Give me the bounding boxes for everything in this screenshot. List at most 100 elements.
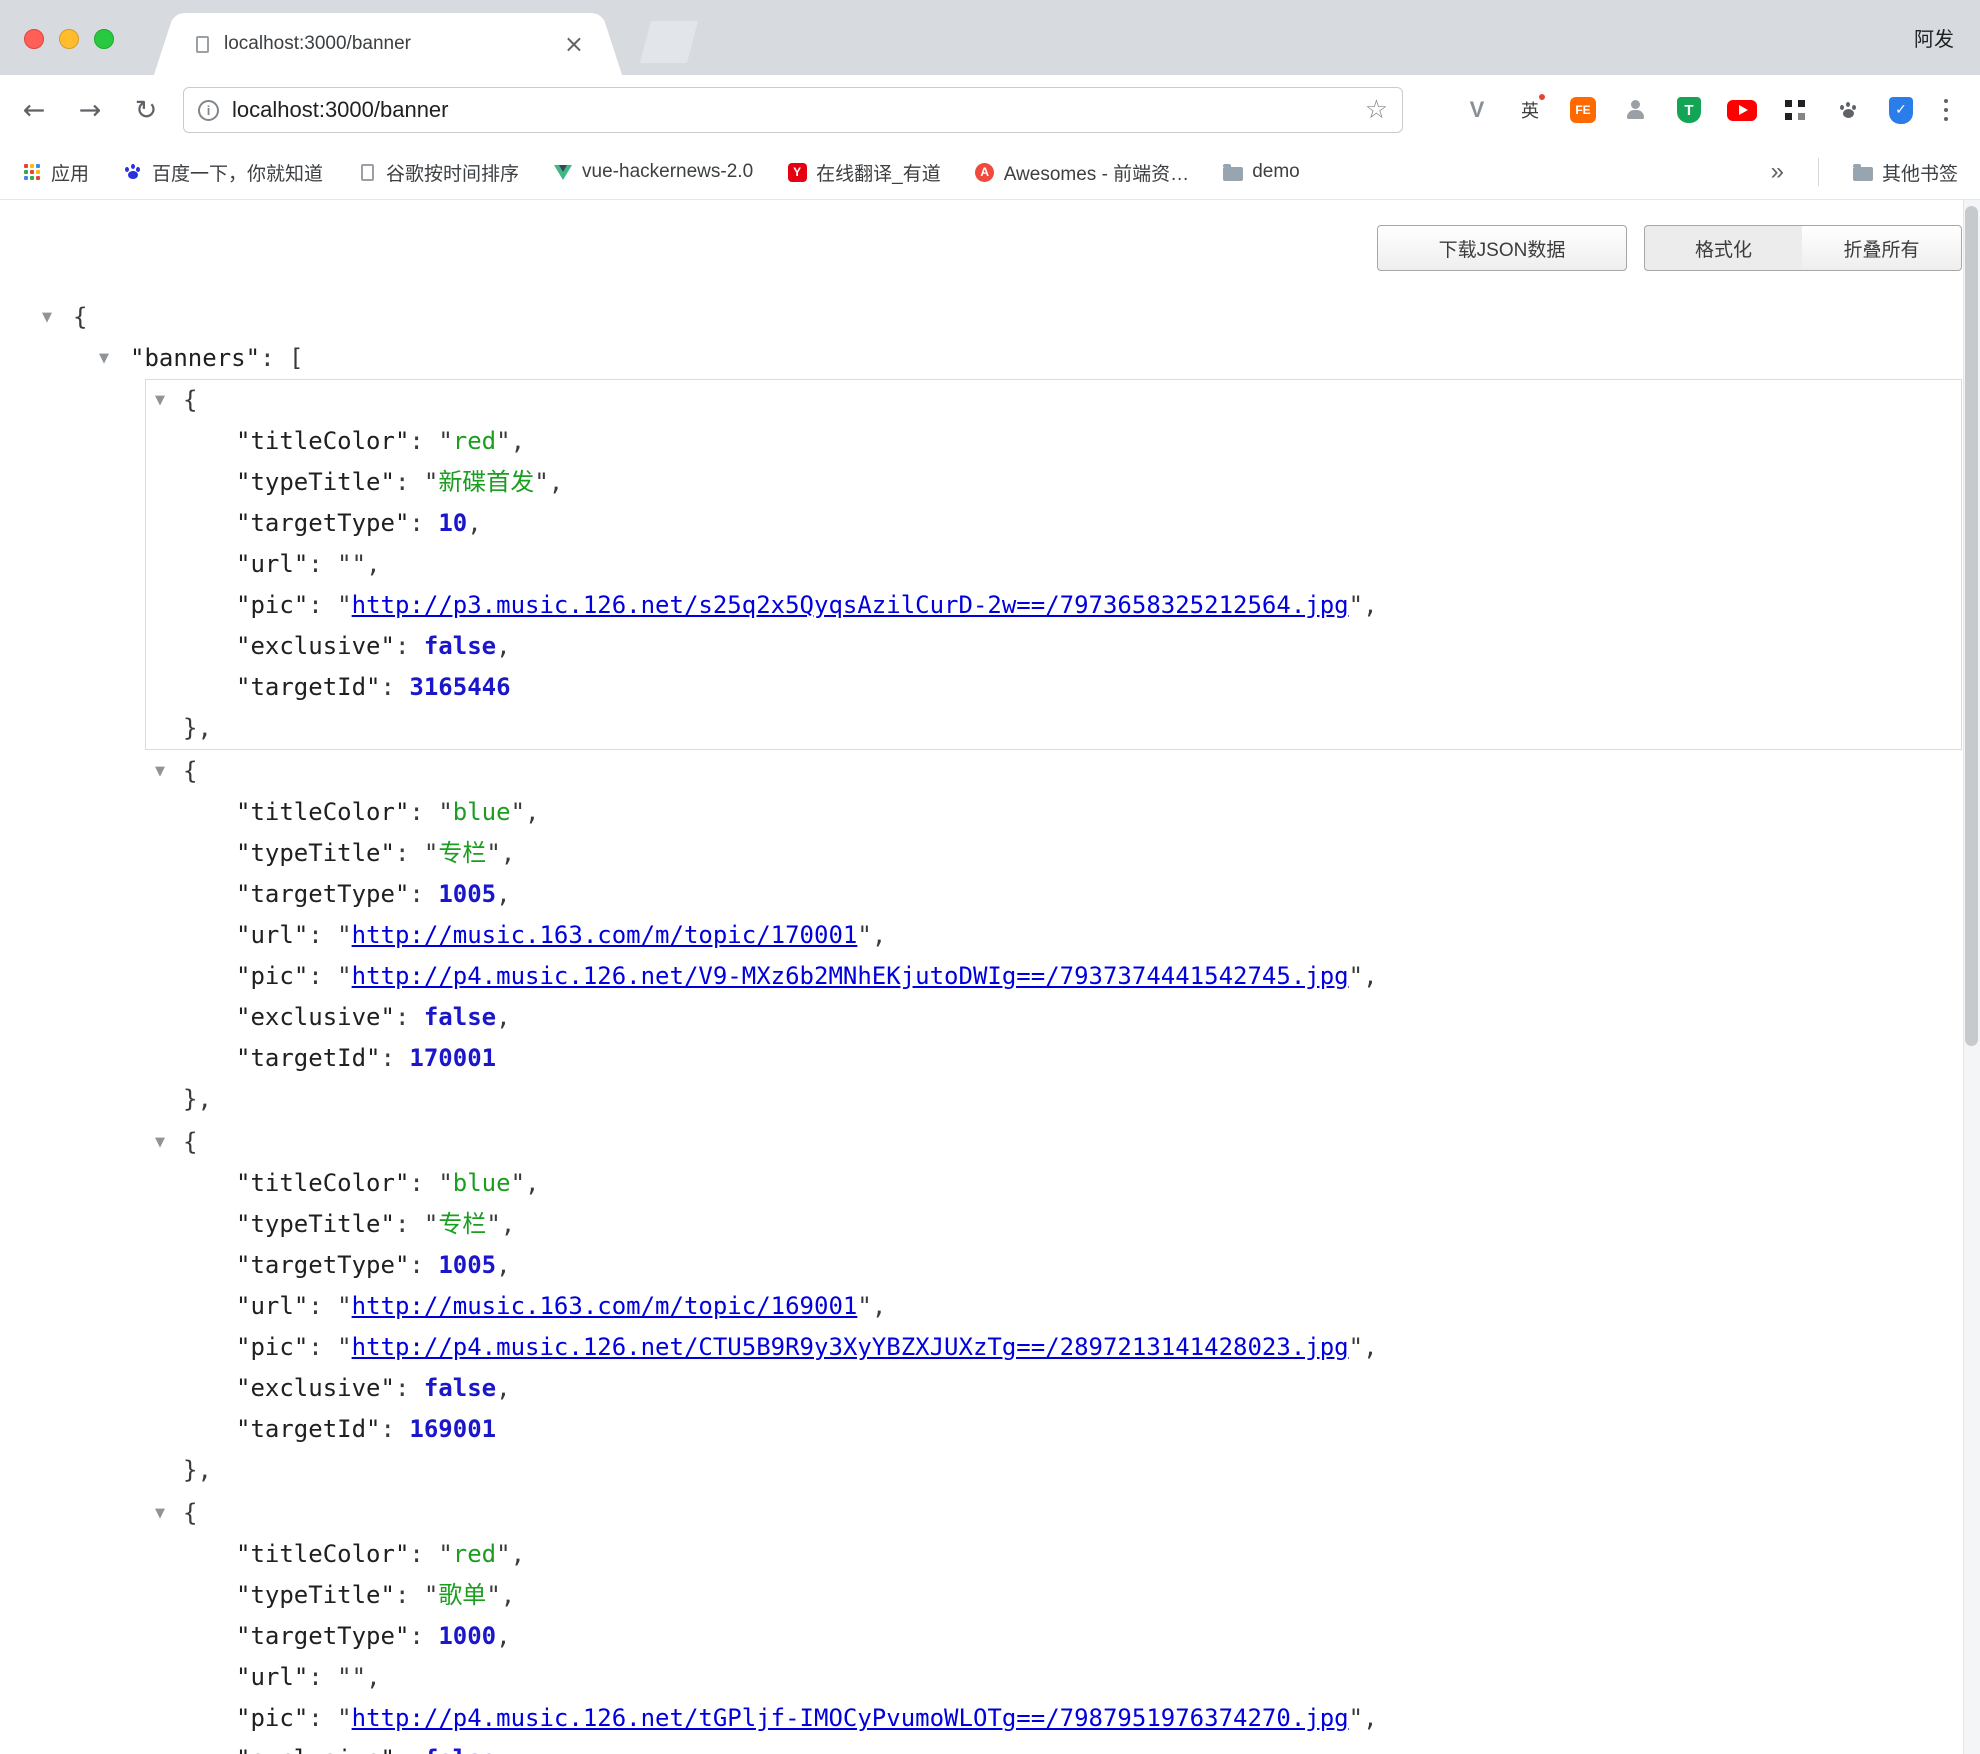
vue-logo-icon [553,162,573,182]
json-link-value: http://music.163.com/m/topic/169001 [337,1292,872,1320]
json-line: targetType: 1000, [146,1616,1961,1657]
json-colon: : [409,798,438,826]
forward-button[interactable]: → [70,90,110,130]
json-key: pic [236,962,308,990]
json-colon: : [395,1374,424,1402]
scrollbar-track[interactable] [1963,200,1980,1754]
json-link[interactable]: http://p4.music.126.net/tGPljf-IMOCyPvum… [352,1704,1349,1732]
green-shield-t-icon[interactable]: T [1674,95,1704,125]
other-bookmarks-label: 其他书签 [1882,159,1958,186]
bookmark-label: 谷歌按时间排序 [386,159,519,186]
collapse-triangle-icon[interactable]: ▼ [155,1493,165,1534]
json-comma: , [496,1622,510,1650]
apps-grid-icon [22,162,42,182]
back-button[interactable]: ← [14,90,54,130]
json-key: titleColor [236,1540,409,1568]
collapse-triangle-icon[interactable]: ▼ [155,380,165,421]
bookmark-item-vue-hackernews[interactable]: vue-hackernews-2.0 [553,161,753,183]
collapse-triangle-icon[interactable]: ▼ [42,297,52,338]
json-colon: : [409,509,438,537]
folder-icon [1223,162,1243,182]
json-bracket: [ [289,344,303,372]
collapse-triangle-icon[interactable]: ▼ [155,1122,165,1163]
profile-name[interactable]: 阿发 [1914,23,1954,52]
json-key: exclusive [236,1745,395,1754]
navigation-toolbar: ← → ↻ i localhost:3000/banner ☆ V 英 FE T… [0,75,1980,145]
json-boolean-value: false [424,632,496,660]
scrollbar-thumb[interactable] [1965,206,1978,1046]
bookmark-item-google-sort[interactable]: 谷歌按时间排序 [357,159,519,186]
reload-button[interactable]: ↻ [126,90,166,130]
json-number-value: 3165446 [409,673,510,701]
json-line: ▼banners: [ [0,338,1980,379]
minimize-window-button[interactable] [59,29,79,49]
bookmarks-overflow-chevron[interactable]: » [1771,158,1784,186]
json-line: targetType: 10, [146,503,1961,544]
json-comma: , [872,921,886,949]
collapse-all-button[interactable]: 折叠所有 [1802,225,1962,271]
json-line: targetType: 1005, [146,874,1961,915]
close-window-button[interactable] [24,29,44,49]
json-colon: : [308,550,337,578]
other-bookmarks-folder[interactable]: 其他书签 [1853,159,1958,186]
bookmark-item-apps[interactable]: 应用 [22,159,89,186]
json-line: typeTitle: 专栏, [146,833,1961,874]
json-colon: : [409,427,438,455]
json-key: typeTitle [236,468,395,496]
bookmark-star-icon[interactable]: ☆ [1365,95,1388,125]
json-link-value: http://p3.music.126.net/s25q2x5QyqsAzilC… [337,591,1363,619]
traffic-lights [24,29,114,49]
json-line: pic: http://p4.music.126.net/V9-MXz6b2MN… [146,956,1961,997]
paw-icon[interactable] [1833,95,1863,125]
download-json-button[interactable]: 下载JSON数据 [1377,225,1627,271]
json-line: titleColor: blue, [146,792,1961,833]
bookmark-label: demo [1252,161,1300,183]
json-object-block: ▼{ titleColor: blue, typeTitle: 专栏, targ… [145,1121,1962,1492]
json-line: url: http://music.163.com/m/topic/169001… [146,1286,1961,1327]
json-comma: , [366,1663,380,1691]
qrcode-icon[interactable] [1780,95,1810,125]
collapse-triangle-icon[interactable]: ▼ [155,751,165,792]
tab-close-icon[interactable]: × [564,32,584,56]
json-brace: { [183,386,197,414]
json-key: titleColor [236,798,409,826]
json-string-value: red [438,1540,510,1568]
page-info-icon[interactable]: i [198,100,219,121]
fe-extension-icon[interactable]: FE [1568,95,1598,125]
person-icon[interactable] [1621,95,1651,125]
json-key: targetType [236,509,409,537]
bookmark-item-youdao[interactable]: Y 在线翻译_有道 [787,159,941,186]
url-text[interactable]: localhost:3000/banner [232,97,449,123]
collapse-triangle-icon[interactable]: ▼ [99,338,109,379]
json-number-value: 1000 [438,1622,496,1650]
blue-shield-check-icon[interactable]: ✓ [1886,95,1916,125]
json-line: pic: http://p3.music.126.net/s25q2x5Qyqs… [146,585,1961,626]
zoom-window-button[interactable] [94,29,114,49]
menu-icon[interactable] [1928,92,1964,128]
bookmark-item-demo-folder[interactable]: demo [1223,161,1300,183]
json-key: targetType [236,1622,409,1650]
json-comma: , [511,427,525,455]
json-comma: , [496,1745,510,1754]
format-button[interactable]: 格式化 [1644,225,1803,271]
json-key: exclusive [236,1374,395,1402]
json-comma: , [872,1292,886,1320]
bookmark-item-awesomes[interactable]: A Awesomes - 前端资… [975,159,1189,186]
json-boolean-value: false [424,1374,496,1402]
vimium-icon[interactable]: V [1462,95,1492,125]
browser-tab[interactable]: localhost:3000/banner × [178,13,598,75]
youtube-icon[interactable] [1727,95,1757,125]
new-tab-button[interactable] [640,21,698,63]
json-link[interactable]: http://p4.music.126.net/CTU5B9R9y3XyYBZX… [352,1333,1349,1361]
json-comma: , [1363,1704,1377,1732]
json-key: typeTitle [236,1581,395,1609]
json-link[interactable]: http://p3.music.126.net/s25q2x5QyqsAzilC… [352,591,1349,619]
json-key: url [236,550,308,578]
json-link[interactable]: http://music.163.com/m/topic/169001 [352,1292,858,1320]
json-link[interactable]: http://music.163.com/m/topic/170001 [352,921,858,949]
bookmark-item-baidu[interactable]: 百度一下，你就知道 [123,159,323,186]
json-link[interactable]: http://p4.music.126.net/V9-MXz6b2MNhEKju… [352,962,1349,990]
translate-icon[interactable]: 英 [1515,95,1545,125]
json-colon: : [308,1292,337,1320]
address-bar[interactable]: i localhost:3000/banner ☆ [183,87,1403,133]
